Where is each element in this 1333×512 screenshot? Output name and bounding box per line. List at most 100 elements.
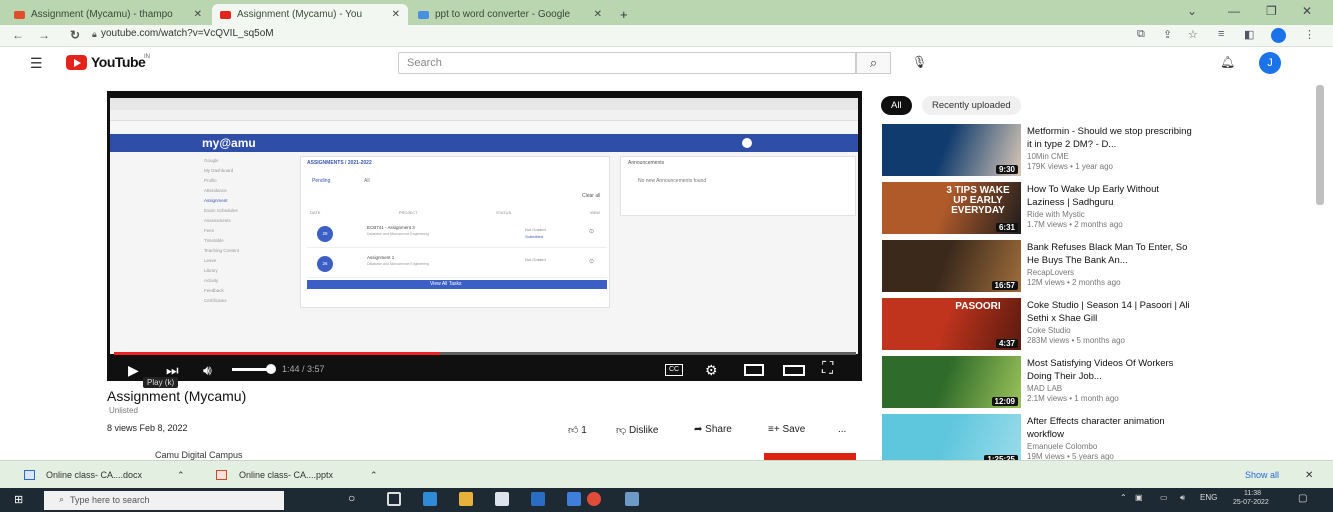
related-video-channel[interactable]: Emanuele Colombo: [1027, 442, 1097, 451]
notification-center-icon[interactable]: ▢: [1298, 493, 1307, 504]
chrome-taskbar-icon[interactable]: [587, 492, 601, 506]
tray-chevron-icon[interactable]: ⌃: [1120, 493, 1127, 502]
cortana-icon[interactable]: ○: [348, 491, 355, 505]
video-thumbnail[interactable]: 3 TIPS WAKE UP EARLY EVERYDAY 6:31: [882, 182, 1021, 234]
url-field[interactable]: youtube.com/watch?v=VcQVIL_sq5oM: [101, 28, 274, 39]
video-thumbnail[interactable]: 9:30: [882, 124, 1021, 176]
download-docx-chevron-icon[interactable]: ⌃: [177, 470, 185, 481]
taskbar-search-input[interactable]: Type here to search: [44, 491, 284, 510]
related-video-title[interactable]: Metformin - Should we stop prescribing i…: [1027, 125, 1192, 151]
task-view-icon[interactable]: [387, 492, 401, 506]
photos-icon[interactable]: [567, 492, 581, 506]
close-downloads-icon[interactable]: ✕: [1305, 470, 1313, 481]
bookmark-star-icon[interactable]: ☆: [1188, 28, 1198, 41]
like-button[interactable]: 👍︎ 1: [568, 424, 587, 436]
tab-close-icon[interactable]: ✕: [392, 9, 400, 20]
page-scrollbar[interactable]: [1316, 85, 1324, 205]
theater-mode-icon[interactable]: [783, 365, 805, 376]
app-taskbar-icon[interactable]: [625, 492, 639, 506]
microphone-icon[interactable]: 🎙︎: [912, 55, 927, 69]
browser-tab[interactable]: Assignment (Mycamu) - thampo ✕: [6, 4, 210, 25]
related-video-channel[interactable]: Coke Studio: [1027, 326, 1071, 335]
reading-list-icon[interactable]: ≡: [1218, 28, 1224, 40]
subtitles-button[interactable]: CC: [665, 364, 683, 376]
video-thumbnail[interactable]: 1:25:25: [882, 414, 1021, 466]
account-avatar[interactable]: J: [1259, 52, 1281, 74]
close-window-icon[interactable]: ✕: [1302, 4, 1312, 18]
tab-sidepanel-icon[interactable]: ◧: [1244, 28, 1254, 41]
chrome-menu-icon[interactable]: ⋮: [1304, 28, 1315, 41]
browser-tab[interactable]: ppt to word converter - Google ✕: [410, 4, 610, 25]
thumbs-down-icon: 👎︎: [616, 425, 627, 436]
share-page-icon[interactable]: ⇪: [1163, 28, 1172, 41]
tray-battery-icon[interactable]: ▭: [1160, 493, 1168, 502]
edge-icon[interactable]: [423, 492, 437, 506]
embedded-menu-item: My Dashboard: [204, 168, 234, 173]
store-icon[interactable]: [495, 492, 509, 506]
save-button[interactable]: ≡+ Save: [768, 424, 805, 435]
back-icon[interactable]: ←: [12, 28, 24, 42]
show-all-downloads[interactable]: Show all: [1245, 470, 1279, 480]
embedded-tab-all: All: [364, 178, 370, 184]
profile-icon[interactable]: [1271, 28, 1286, 43]
file-explorer-icon[interactable]: [459, 492, 473, 506]
embedded-menu-item: Certificates: [204, 298, 227, 303]
related-video-title[interactable]: Coke Studio | Season 14 | Pasoori | Ali …: [1027, 299, 1192, 325]
browser-tab[interactable]: Assignment (Mycamu) - You ✕: [212, 4, 408, 25]
download-item-pptx[interactable]: Online class- CA....pptx: [239, 470, 333, 480]
chip-all[interactable]: All: [881, 96, 912, 115]
related-video-channel[interactable]: Ride with Mystic: [1027, 210, 1085, 219]
windows-start-icon[interactable]: ⊞: [14, 493, 23, 506]
youtube-logo-play: [74, 59, 81, 67]
volume-knob[interactable]: [266, 364, 276, 374]
tab-close-icon[interactable]: ✕: [194, 9, 202, 20]
related-video-channel[interactable]: RecapLovers: [1027, 268, 1074, 277]
youtube-logo-text[interactable]: YouTube: [91, 54, 146, 70]
mail-icon[interactable]: [531, 492, 545, 506]
tab-search-icon[interactable]: ⌄: [1187, 4, 1197, 18]
volume-icon[interactable]: 🔊︎: [203, 362, 212, 379]
tray-language[interactable]: ENG: [1200, 493, 1217, 502]
maximize-icon[interactable]: ❐: [1266, 4, 1277, 18]
download-pptx-chevron-icon[interactable]: ⌃: [370, 470, 378, 481]
channel-name[interactable]: Camu Digital Campus: [155, 450, 243, 460]
tray-time[interactable]: 11:38: [1244, 490, 1261, 497]
settings-gear-icon[interactable]: ⚙︎: [705, 362, 718, 379]
miniplayer-icon[interactable]: [744, 364, 764, 376]
share-button[interactable]: ➦ Share: [694, 424, 732, 435]
play-icon[interactable]: ▶: [128, 362, 139, 379]
more-actions-icon[interactable]: ...: [838, 424, 846, 435]
chip-recently-uploaded[interactable]: Recently uploaded: [922, 96, 1021, 115]
install-icon[interactable]: ⧉: [1137, 28, 1145, 41]
related-video-meta: 283M views • 5 months ago: [1027, 336, 1125, 345]
tray-volume-icon[interactable]: 🔊︎: [1180, 493, 1185, 503]
related-video-title[interactable]: How To Wake Up Early Without Laziness | …: [1027, 183, 1192, 209]
search-input[interactable]: Search: [398, 52, 856, 74]
video-thumbnail[interactable]: 16:57: [882, 240, 1021, 292]
related-video-channel[interactable]: MAD LAB: [1027, 384, 1062, 393]
related-video-title[interactable]: Most Satisfying Videos Of Workers Doing …: [1027, 357, 1192, 383]
notifications-bell-icon[interactable]: 🔔︎: [1220, 55, 1235, 69]
share-label: Share: [705, 424, 732, 435]
dislike-button[interactable]: 👎︎ Dislike: [616, 424, 658, 436]
tray-date[interactable]: 25-07-2022: [1233, 499, 1269, 506]
search-button[interactable]: ⌕: [856, 52, 891, 74]
related-video-channel[interactable]: 10Min CME: [1027, 152, 1069, 161]
tab-favicon-icon: [418, 10, 429, 19]
video-thumbnail[interactable]: PASOORI 4:37: [882, 298, 1021, 350]
related-video-title[interactable]: After Effects character animation workfl…: [1027, 415, 1192, 441]
hamburger-menu-icon[interactable]: ☰: [30, 55, 43, 72]
lock-icon: 🔒︎: [92, 29, 97, 39]
reload-icon[interactable]: ↻: [70, 28, 80, 42]
embedded-page-title: ASSIGNMENTS / 2021-2022: [307, 160, 372, 166]
minimize-icon[interactable]: —: [1228, 4, 1240, 18]
new-tab-button[interactable]: +: [620, 7, 628, 22]
fullscreen-icon[interactable]: ⛶: [822, 360, 833, 378]
forward-icon[interactable]: →: [38, 28, 50, 42]
tab-close-icon[interactable]: ✕: [594, 9, 602, 20]
download-item-docx[interactable]: Online class- CA....docx: [46, 470, 142, 480]
tray-network-icon[interactable]: ▣: [1135, 493, 1143, 502]
related-video-meta: 1.7M views • 2 months ago: [1027, 220, 1123, 229]
video-thumbnail[interactable]: 12:09: [882, 356, 1021, 408]
related-video-title[interactable]: Bank Refuses Black Man To Enter, So He B…: [1027, 241, 1192, 267]
